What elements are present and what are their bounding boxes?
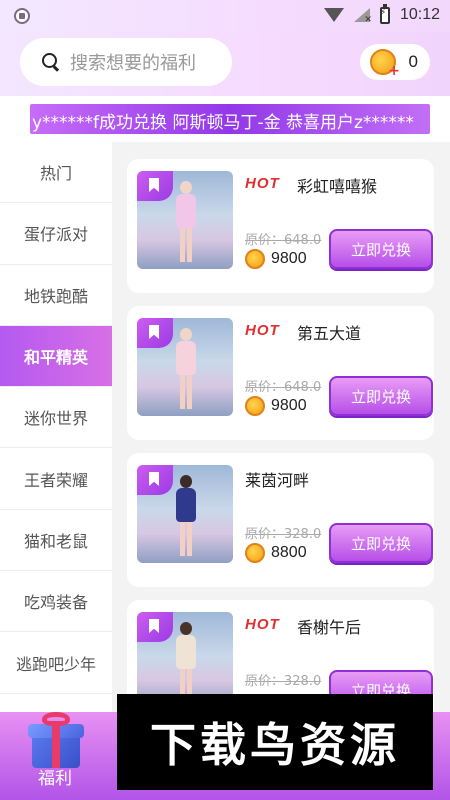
coin-add-icon bbox=[370, 49, 400, 79]
product-title: 莱茵河畔 bbox=[245, 471, 310, 490]
redeem-button[interactable]: 立即兑换 bbox=[329, 376, 433, 416]
coin-price: 8800 bbox=[271, 544, 307, 561]
search-icon bbox=[42, 53, 60, 71]
original-price: 原价：328.0 bbox=[245, 674, 322, 689]
sidebar-item-eggy-party[interactable]: 蛋仔派对 bbox=[0, 203, 112, 265]
app-status-icon bbox=[14, 8, 30, 24]
original-price: 原价：648.0 bbox=[245, 233, 322, 248]
price-row: 8800 bbox=[245, 543, 307, 563]
watermark-text: 下载鸟资源 bbox=[150, 718, 400, 772]
bookmark-icon bbox=[137, 465, 173, 495]
sidebar-item-chicken-gear[interactable]: 吃鸡装备 bbox=[0, 571, 112, 633]
sidebar-item-tom-and-jerry[interactable]: 猫和老鼠 bbox=[0, 510, 112, 572]
product-card[interactable]: HOT 彩虹嘻嘻猴 原价：648.0 9800 立即兑换 bbox=[127, 159, 434, 293]
announcement-bar: y******f成功兑换 阿斯顿马丁-金 恭喜用户z****** bbox=[0, 96, 450, 142]
sidebar-item-hot[interactable]: 热门 bbox=[0, 142, 112, 204]
hot-badge: HOT bbox=[245, 616, 280, 633]
sidebar-item-honor-of-kings[interactable]: 王者荣耀 bbox=[0, 448, 112, 510]
redeem-button[interactable]: 立即兑换 bbox=[329, 229, 433, 269]
product-card[interactable]: HOT 第五大道 原价：648.0 9800 立即兑换 bbox=[127, 306, 434, 440]
product-list: HOT 彩虹嘻嘻猴 原价：648.0 9800 立即兑换 HOT 第五大道 原价… bbox=[112, 142, 450, 712]
product-card[interactable]: 莱茵河畔 原价：328.0 8800 立即兑换 bbox=[127, 453, 434, 587]
sidebar-item-subway-surfers[interactable]: 地铁跑酷 bbox=[0, 265, 112, 326]
battery-charging-icon bbox=[379, 3, 390, 24]
bookmark-icon bbox=[137, 171, 173, 201]
hot-badge: HOT bbox=[245, 175, 280, 192]
coin-icon bbox=[245, 249, 265, 269]
product-title: 第五大道 bbox=[297, 324, 362, 343]
original-price: 原价：328.0 bbox=[245, 527, 322, 542]
clock: 10:12 bbox=[399, 6, 440, 23]
coin-price: 9800 bbox=[271, 397, 307, 414]
coin-price: 9800 bbox=[271, 250, 307, 267]
coin-icon bbox=[245, 543, 265, 563]
header: 搜索想要的福利 0 bbox=[0, 32, 450, 96]
status-icons: 10:12 bbox=[323, 3, 440, 25]
coin-count: 0 bbox=[408, 52, 418, 71]
watermark: 下载鸟资源 bbox=[117, 694, 433, 790]
product-title: 彩虹嘻嘻猴 bbox=[297, 177, 378, 196]
sidebar-item-mini-world[interactable]: 迷你世界 bbox=[0, 387, 112, 449]
status-bar: 10:12 bbox=[0, 0, 450, 32]
announcement-text: y******f成功兑换 阿斯顿马丁-金 恭喜用户z****** bbox=[32, 113, 414, 133]
redeem-button[interactable]: 立即兑换 bbox=[329, 523, 433, 563]
price-row: 9800 bbox=[245, 396, 307, 416]
bookmark-icon bbox=[137, 318, 173, 348]
no-signal-icon bbox=[353, 8, 372, 25]
bookmark-icon bbox=[137, 612, 173, 642]
sidebar-item-run-boy[interactable]: 逃跑吧少年 bbox=[0, 632, 112, 694]
announcement-marquee: y******f成功兑换 阿斯顿马丁-金 恭喜用户z****** bbox=[30, 104, 430, 134]
original-price: 原价：648.0 bbox=[245, 380, 322, 395]
product-title: 香榭午后 bbox=[297, 618, 362, 637]
coin-balance[interactable]: 0 bbox=[360, 44, 430, 80]
search-input[interactable]: 搜索想要的福利 bbox=[20, 38, 232, 86]
hot-badge: HOT bbox=[245, 322, 280, 339]
gift-box-icon[interactable] bbox=[24, 712, 88, 770]
wifi-icon bbox=[323, 8, 344, 22]
search-placeholder: 搜索想要的福利 bbox=[70, 53, 196, 74]
category-sidebar: 热门 蛋仔派对 地铁跑酷 和平精英 迷你世界 王者荣耀 猫和老鼠 吃鸡装备 逃跑… bbox=[0, 142, 112, 712]
sidebar-item-peace-elite[interactable]: 和平精英 bbox=[0, 325, 112, 388]
coin-icon bbox=[245, 396, 265, 416]
tab-welfare[interactable]: 福利 bbox=[38, 764, 72, 789]
price-row: 9800 bbox=[245, 249, 307, 269]
